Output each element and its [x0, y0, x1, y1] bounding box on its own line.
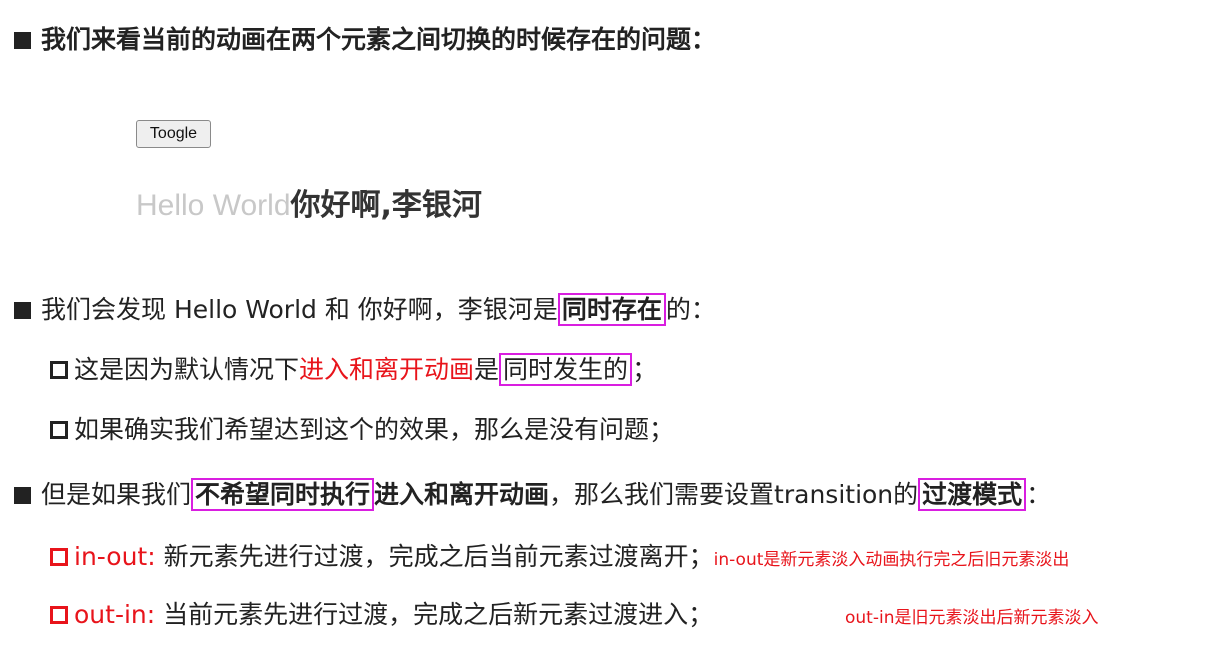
- sub1-red-text: 进入和离开动画: [299, 355, 475, 384]
- toggle-button[interactable]: Toogle: [136, 120, 211, 148]
- square-bullet-icon: [14, 32, 31, 49]
- square-bullet-icon: [14, 302, 31, 319]
- bullet2-prefix: 但是如果我们: [41, 480, 192, 509]
- highlight-transition-mode: 过渡模式: [918, 478, 1027, 511]
- highlight-simultaneous: 同时存在: [557, 293, 666, 326]
- sub1-prefix: 这是因为默认情况下: [74, 355, 300, 384]
- bullet1-prefix: 我们会发现 Hello World 和 你好啊，李银河是: [41, 295, 558, 324]
- sub1-suffix: ；: [632, 355, 658, 384]
- mode1-note: in-out是新元素淡入动画执行完之后旧元素淡出: [713, 550, 1070, 570]
- bullet2-bold: 进入和离开动画: [374, 480, 550, 509]
- highlight-not-simultaneous: 不希望同时执行: [191, 478, 375, 511]
- mode-in-out: in-out: 新元素先进行过渡，完成之后当前元素过渡离开；in-out是新元素…: [50, 537, 1069, 573]
- bullet1-suffix: 的：: [665, 295, 716, 324]
- sub-bullet-default: 这是因为默认情况下进入和离开动画是 同时发生的；: [50, 350, 657, 386]
- mode1-desc: 新元素先进行过渡，完成之后当前元素过渡离开；: [163, 542, 714, 571]
- mode-out-in: out-in: 当前元素先进行过渡，完成之后新元素过渡进入；: [50, 595, 713, 631]
- hollow-square-bullet-icon: [50, 606, 68, 624]
- mode2-name: out-in:: [74, 600, 156, 629]
- bullet2-suffix: ：: [1026, 480, 1052, 509]
- mode1-name: in-out:: [74, 542, 156, 571]
- sub2-text: 如果确实我们希望达到这个的效果，那么是没有问题；: [74, 415, 675, 444]
- bullet-simultaneous: 我们会发现 Hello World 和 你好啊，李银河是 同时存在 的：: [14, 290, 716, 326]
- square-bullet-icon: [14, 487, 31, 504]
- highlight-same-time: 同时发生的: [499, 353, 633, 386]
- mode2-annotation: out-in是旧元素淡出后新元素淡入: [845, 608, 1099, 628]
- mode2-desc: 当前元素先进行过渡，完成之后新元素过渡进入；: [163, 600, 714, 629]
- bullet-transition-mode: 但是如果我们 不希望同时执行 进入和离开动画，那么我们需要设置transition的…: [14, 475, 1051, 511]
- heading-text: 我们来看当前的动画在两个元素之间切换的时候存在的问题：: [41, 25, 717, 54]
- demo-output: Hello World你好啊,李银河: [136, 180, 482, 224]
- sub-bullet-ok: 如果确实我们希望达到这个的效果，那么是没有问题；: [50, 410, 674, 446]
- bullet2-mid: ，那么我们需要设置transition的: [549, 480, 919, 509]
- nihao-text: 你好啊,李银河: [290, 188, 482, 223]
- hollow-square-bullet-icon: [50, 361, 68, 379]
- sub1-mid: 是: [474, 355, 500, 384]
- hello-world-text: Hello World: [136, 189, 291, 222]
- hollow-square-bullet-icon: [50, 548, 68, 566]
- hollow-square-bullet-icon: [50, 421, 68, 439]
- slide-heading: 我们来看当前的动画在两个元素之间切换的时候存在的问题：: [14, 20, 716, 56]
